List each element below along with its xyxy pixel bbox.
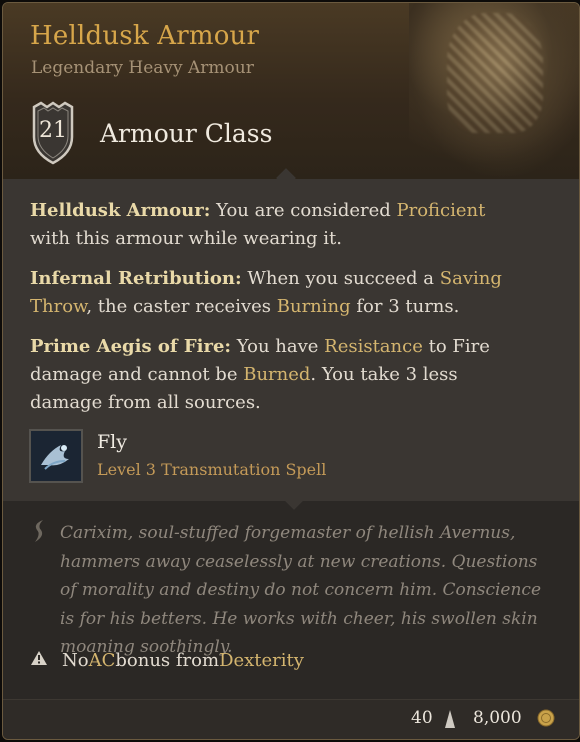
property-prime-aegis-of-fire: Prime Aegis of Fire: You have Resistance… [30,333,520,417]
spell-name: Fly [97,431,127,453]
spell-level-school: Level 3 Transmutation Spell [97,460,327,479]
property-helldusk-armour: Helldusk Armour: You are considered Prof… [30,197,520,253]
winged-fly-icon[interactable] [29,429,83,483]
armour-class-shield-icon: 21 [31,101,75,165]
armour-class-row: 21 Armour Class [31,101,272,165]
warning-text: No [62,650,89,671]
keyword-resistance[interactable]: Resistance [324,336,423,357]
property-text: , the caster receives [86,296,277,317]
item-tooltip: Helldusk Armour Legendary Heavy Armour 2… [2,2,580,740]
lore-text: Carixim, soul-stuffed forgemaster of hel… [60,523,542,657]
armour-class-value: 21 [39,118,67,143]
warning-text: bonus from [115,650,220,671]
properties-panel: Helldusk Armour: You are considered Prof… [3,179,579,501]
keyword-proficient[interactable]: Proficient [397,200,486,221]
item-footer: 40 8,000 [3,699,579,739]
weight-value: 40 [411,708,433,728]
item-rarity-type: Legendary Heavy Armour [31,58,254,78]
property-name: Infernal Retribution: [30,268,242,289]
property-text: You have [231,336,325,357]
lore-quill-icon [31,518,47,548]
armour-artwork [409,3,579,179]
keyword-dexterity[interactable]: Dexterity [219,650,304,671]
keyword-burned[interactable]: Burned [243,364,310,385]
warning-line: No AC bonus from Dexterity [30,650,304,671]
gold-coin-icon [537,709,555,731]
weight-icon [443,709,457,733]
keyword-burning[interactable]: Burning [277,296,351,317]
property-infernal-retribution: Infernal Retribution: When you succeed a… [30,265,520,321]
property-text: with this armour while wearing it. [30,228,343,249]
property-text: You are considered [210,200,397,221]
price-value: 8,000 [473,708,522,728]
item-title: Helldusk Armour [30,21,260,51]
property-name: Prime Aegis of Fire: [30,336,232,357]
granted-spell[interactable]: Fly Level 3 Transmutation Spell [29,429,326,483]
tooltip-header: Helldusk Armour Legendary Heavy Armour 2… [3,3,579,179]
property-text: When you succeed a [241,268,440,289]
armour-class-label: Armour Class [100,118,273,148]
property-text: for 3 turns. [350,296,460,317]
property-name: Helldusk Armour: [30,200,211,221]
keyword-ac[interactable]: AC [89,650,116,671]
warning-icon [30,650,48,671]
